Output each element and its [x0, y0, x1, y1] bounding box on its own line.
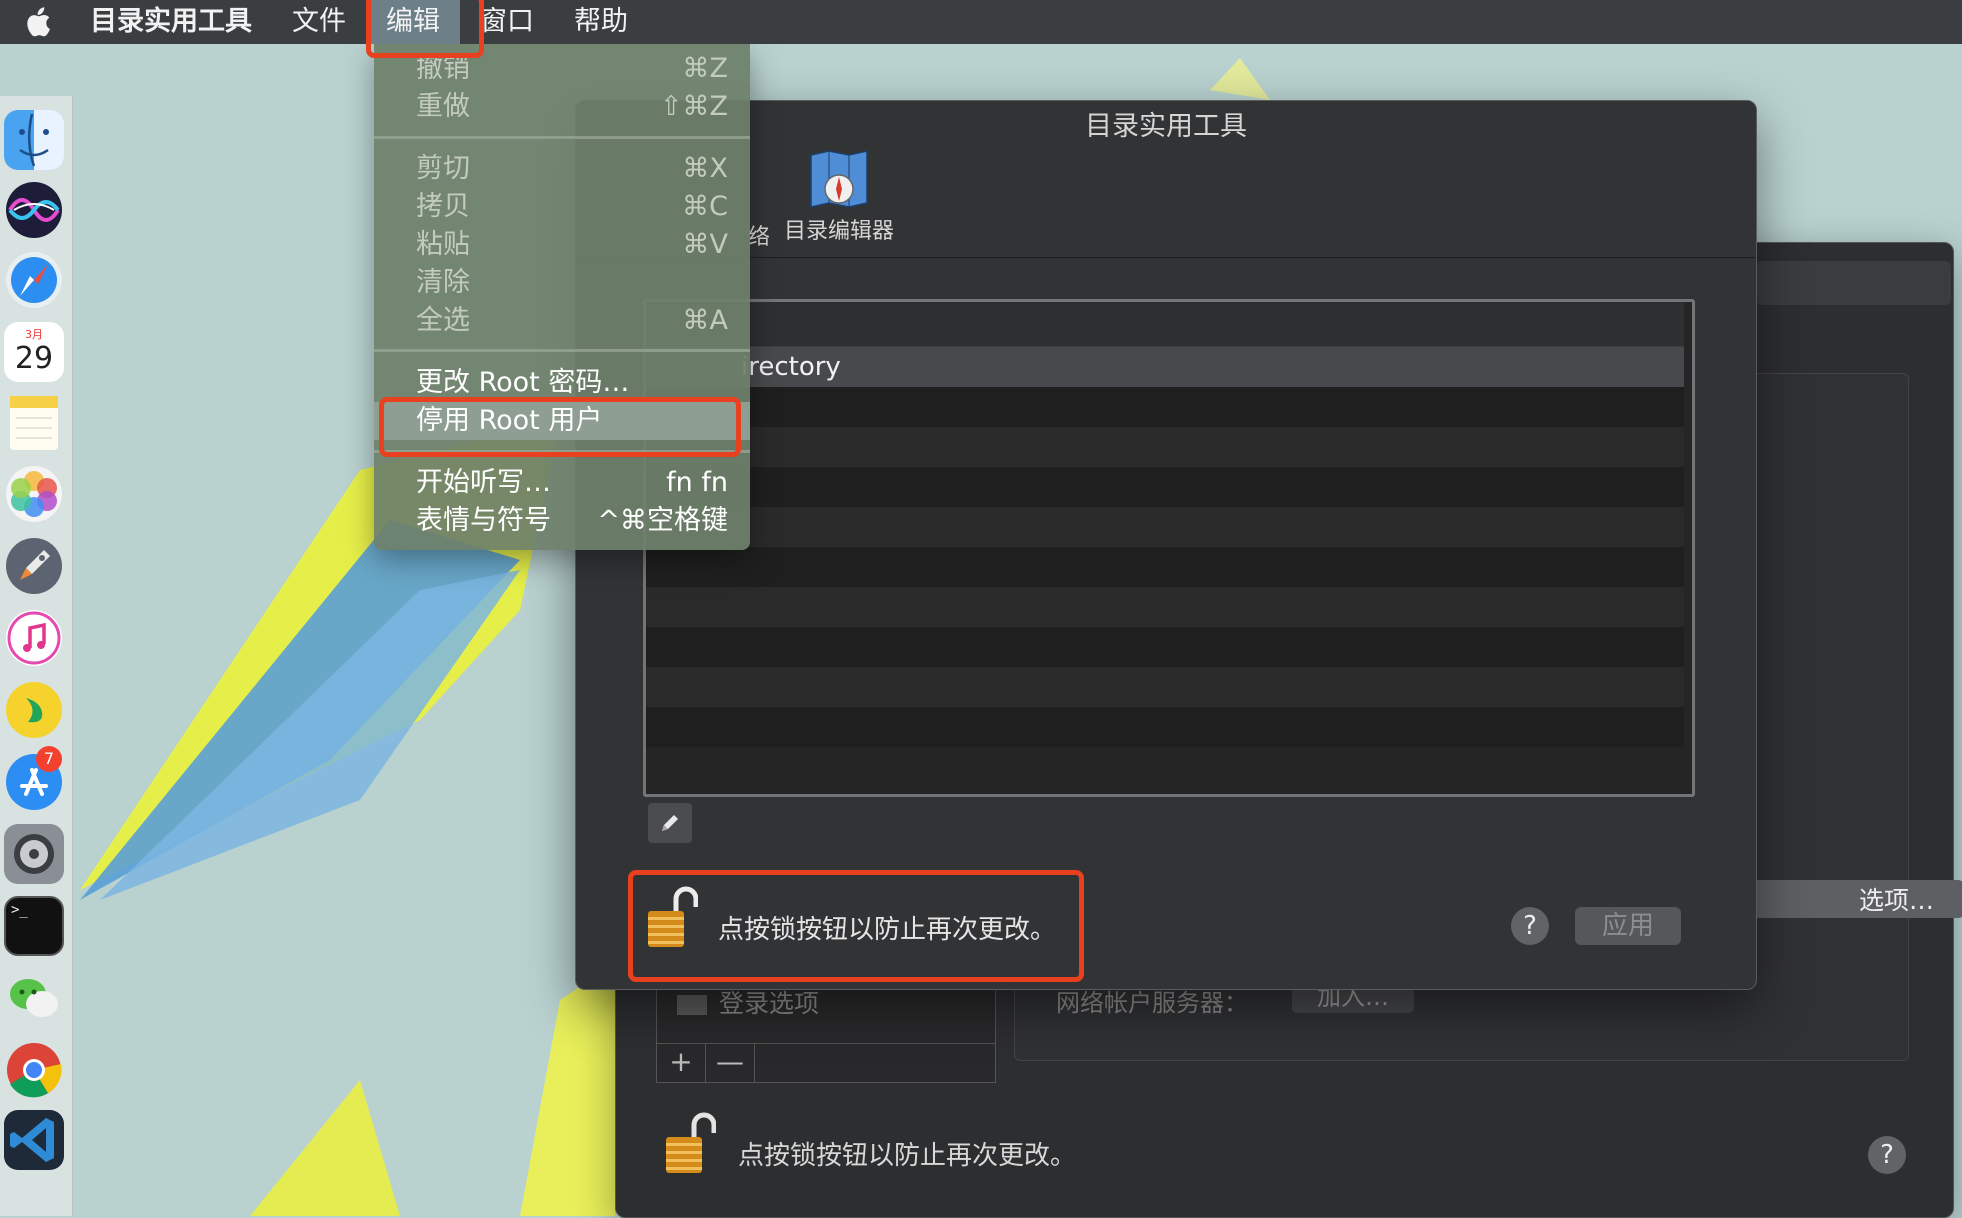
- apply-button[interactable]: 应用: [1575, 907, 1681, 945]
- menu-item-label: 重做: [416, 91, 470, 122]
- menu-item-label: 表情与符号: [416, 505, 551, 536]
- menu-item-shortcut: ⇧⌘Z: [659, 91, 728, 122]
- table-row[interactable]: [646, 627, 1692, 667]
- launchpad-icon[interactable]: [4, 536, 64, 596]
- system-preferences-icon[interactable]: [4, 824, 64, 884]
- photos-icon[interactable]: [4, 464, 64, 524]
- add-button[interactable]: +: [657, 1044, 706, 1082]
- menu-item-undo[interactable]: 撤销 ⌘Z: [374, 50, 750, 88]
- menu-item-label: 清除: [416, 267, 470, 298]
- menu-help[interactable]: 帮助: [554, 0, 648, 44]
- options-button[interactable]: 选项…: [1746, 880, 1962, 918]
- unlocked-padlock-icon[interactable]: [646, 885, 699, 953]
- menu-item-shortcut: ^⌘空格键: [597, 505, 728, 536]
- menu-separator: [374, 136, 750, 139]
- menu-item-select-all[interactable]: 全选 ⌘A: [374, 302, 750, 340]
- login-list-controls: + —: [657, 1043, 995, 1082]
- menu-item-label: 停用 Root 用户: [416, 405, 603, 436]
- toolbar-separator: [576, 257, 1756, 258]
- menu-item-cut[interactable]: 剪切 ⌘X: [374, 150, 750, 188]
- menu-item-copy[interactable]: 拷贝 ⌘C: [374, 188, 750, 226]
- wechat-icon[interactable]: [4, 968, 64, 1028]
- safari-icon[interactable]: [4, 250, 64, 310]
- login-options-list: 登录选项 + —: [656, 983, 996, 1083]
- menu-item-label: 开始听写…: [416, 467, 551, 498]
- notes-icon[interactable]: [4, 392, 64, 452]
- menu-bar: 目录实用工具 文件 编辑 窗口 帮助: [0, 0, 1962, 44]
- back-window-search-strip: [1756, 261, 1951, 305]
- table-row[interactable]: [646, 667, 1692, 707]
- back-lock-message: 点按锁按钮以防止再次更改。: [738, 1141, 1077, 1171]
- unlocked-padlock-icon[interactable]: [664, 1111, 717, 1179]
- menu-item-label: 全选: [416, 305, 470, 336]
- menu-item-paste[interactable]: 粘贴 ⌘V: [374, 226, 750, 264]
- menu-item-shortcut: ⌘A: [682, 305, 728, 336]
- house-icon: [677, 995, 707, 1015]
- menu-app-name[interactable]: 目录实用工具: [70, 0, 272, 44]
- toolbar-directory-editor[interactable]: 目录编辑器: [779, 149, 899, 245]
- edit-service-button[interactable]: [648, 803, 692, 843]
- menu-item-redo[interactable]: 重做 ⇧⌘Z: [374, 88, 750, 126]
- login-options-label: 登录选项: [719, 989, 820, 1018]
- table-row[interactable]: [646, 387, 1692, 427]
- menu-separator: [374, 349, 750, 352]
- menu-item-shortcut: ⌘C: [682, 191, 728, 222]
- menu-item-label: 撤销: [416, 53, 470, 84]
- table-row[interactable]: [646, 707, 1692, 747]
- menu-item-label: 拷贝: [416, 191, 470, 222]
- pencil-icon: [662, 815, 678, 831]
- table-row[interactable]: [646, 507, 1692, 547]
- services-table-header: [646, 302, 1692, 347]
- menu-item-shortcut: ⌘X: [682, 153, 729, 184]
- menu-item-clear[interactable]: 清除: [374, 264, 750, 302]
- table-scrollbar[interactable]: [1684, 302, 1692, 794]
- vscode-icon[interactable]: [4, 1110, 64, 1170]
- calendar-icon[interactable]: 3月 29: [4, 322, 64, 382]
- qqmusic-icon[interactable]: [4, 680, 64, 740]
- menu-file[interactable]: 文件: [272, 0, 366, 44]
- help-button[interactable]: ?: [1511, 907, 1549, 945]
- table-row-selected[interactable]: irectory: [646, 347, 1692, 387]
- remove-button[interactable]: —: [706, 1044, 755, 1082]
- table-row[interactable]: [646, 587, 1692, 627]
- menu-separator: [374, 450, 750, 453]
- calendar-day: 29: [14, 341, 54, 376]
- menu-item-disable-root-user[interactable]: 停用 Root 用户: [374, 402, 750, 440]
- edit-menu-dropdown: 撤销 ⌘Z 重做 ⇧⌘Z 剪切 ⌘X 拷贝 ⌘C 粘贴 ⌘V 清除 全选 ⌘A …: [374, 44, 750, 550]
- terminal-icon[interactable]: >_: [4, 896, 64, 956]
- back-help-button[interactable]: ?: [1868, 1136, 1906, 1174]
- itunes-icon[interactable]: [4, 608, 64, 668]
- menu-item-start-dictation[interactable]: 开始听写… fn fn: [374, 464, 750, 502]
- menu-item-shortcut: ⌘Z: [682, 53, 729, 84]
- window-title: 目录实用工具: [1085, 111, 1247, 142]
- services-table: irectory: [643, 299, 1695, 797]
- menu-item-shortcut: ⌘V: [682, 229, 728, 260]
- apple-menu-icon[interactable]: [16, 0, 58, 44]
- menu-item-shortcut: fn fn: [666, 467, 728, 498]
- app-store-badge: 7: [36, 746, 62, 772]
- service-name-cell: irectory: [741, 352, 841, 382]
- menu-item-label: 更改 Root 密码…: [416, 367, 630, 398]
- siri-icon[interactable]: [4, 180, 64, 240]
- dock: 3月 29 7 >_: [0, 96, 73, 1216]
- chrome-icon[interactable]: [4, 1040, 64, 1100]
- table-row[interactable]: [646, 427, 1692, 467]
- menu-item-label: 粘贴: [416, 229, 470, 260]
- directory-editor-map-icon: [809, 149, 869, 209]
- menu-edit[interactable]: 编辑: [366, 0, 460, 44]
- table-row[interactable]: [646, 547, 1692, 587]
- directory-utility-window: 目录实用工具 络 目录编辑器 irectory 点按锁按钮以防止再次更改。 ? …: [575, 100, 1757, 990]
- directory-editor-label: 目录编辑器: [783, 219, 894, 244]
- menu-item-change-root-password[interactable]: 更改 Root 密码…: [374, 364, 750, 402]
- table-row[interactable]: [646, 467, 1692, 507]
- finder-icon[interactable]: [4, 110, 64, 170]
- calendar-month: 3月: [25, 328, 43, 341]
- lock-message: 点按锁按钮以防止再次更改。: [718, 915, 1057, 945]
- terminal-prompt: >_: [11, 902, 28, 918]
- toolbar-item-partial-label[interactable]: 络: [748, 219, 770, 251]
- menu-item-label: 剪切: [416, 153, 470, 184]
- menu-window[interactable]: 窗口: [460, 0, 554, 44]
- menu-item-emoji-symbols[interactable]: 表情与符号 ^⌘空格键: [374, 502, 750, 540]
